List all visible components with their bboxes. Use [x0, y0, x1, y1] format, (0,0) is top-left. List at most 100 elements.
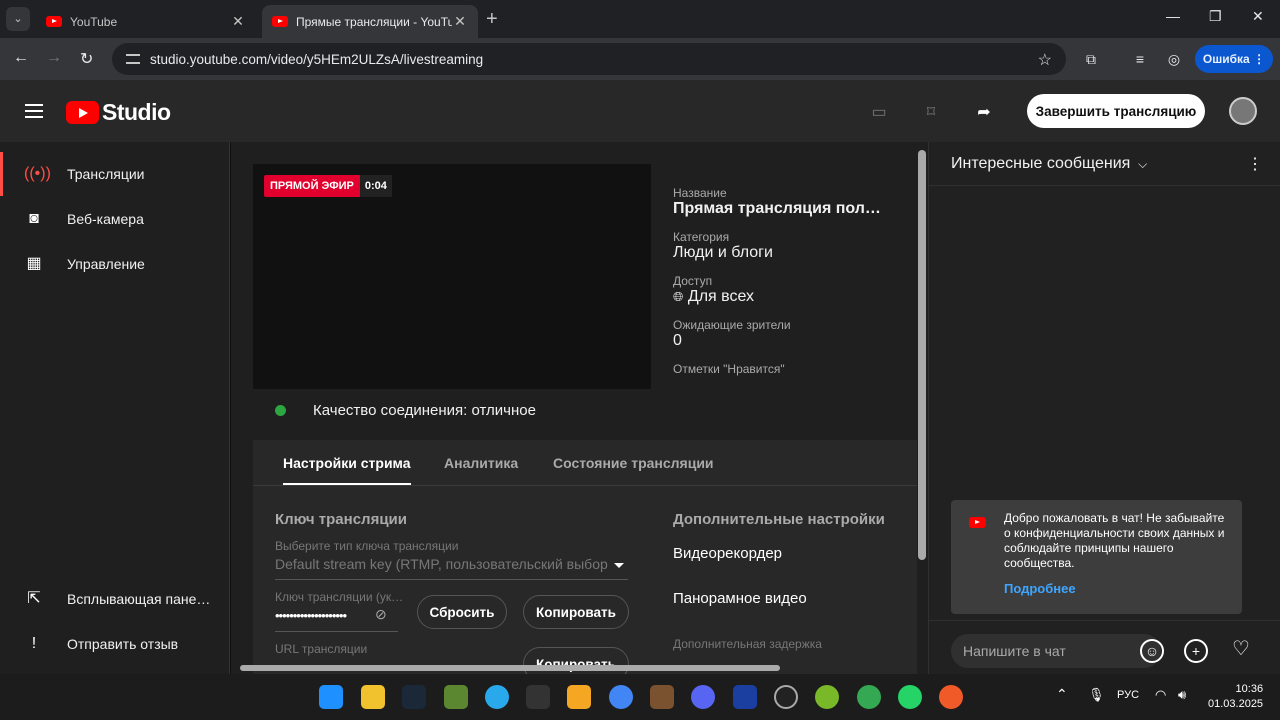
heart-icon[interactable]: ♡ — [1229, 639, 1253, 663]
main-vertical-scrollbar[interactable] — [918, 150, 926, 560]
chrome-icon[interactable] — [609, 685, 633, 709]
sidebar-item-label: Отправить отзыв — [67, 636, 179, 652]
file-explorer-icon[interactable] — [361, 685, 385, 709]
avatar[interactable] — [1229, 97, 1257, 125]
live-badge: ПРЯМОЙ ЭФИР 0:04 — [264, 175, 392, 197]
tab-title: YouTube — [70, 14, 118, 29]
copy-key-button[interactable]: Копировать — [523, 595, 629, 629]
studio-logo[interactable]: Studio — [66, 99, 171, 126]
microphone-icon[interactable]: 🎙︎ — [1088, 687, 1105, 703]
volume-icon[interactable]: 🔊︎ — [1178, 687, 1186, 703]
connection-text: Качество соединения: отличное — [313, 402, 536, 419]
title-value: Прямая трансляция пол… — [673, 200, 881, 217]
advanced-title: Дополнительные настройки — [673, 511, 885, 528]
browser-tab-studio[interactable]: Прямые трансляции - YouTube ✕ — [262, 5, 478, 38]
error-button-label: Ошибка — [1202, 52, 1250, 66]
steam-icon[interactable] — [402, 685, 426, 709]
extensions-icon[interactable]: ⧉ — [1082, 50, 1100, 68]
stream-preview[interactable]: ПРЯМОЙ ЭФИР 0:04 — [253, 164, 651, 389]
bookmark-star-icon[interactable]: ☆ — [1038, 50, 1052, 70]
tab-analytics[interactable]: Аналитика — [444, 455, 518, 471]
taskbar: ⌃ 🎙︎ РУС ◠ 🔊︎ 10:36 01.03.2025 — [0, 674, 1280, 720]
utorrent-icon[interactable] — [815, 685, 839, 709]
browser-error-button[interactable]: Ошибка ⋮ — [1195, 45, 1273, 73]
category-value: Люди и блоги — [673, 244, 773, 261]
chat-input[interactable]: Напишите в чат — [951, 634, 1161, 668]
telegram-icon[interactable] — [485, 685, 509, 709]
sidebar-item-feedback[interactable]: ! Отправить отзыв — [0, 622, 230, 666]
new-tab-icon[interactable]: + — [486, 8, 498, 31]
back-icon[interactable]: ← — [13, 49, 29, 67]
feedback-icon: ! — [31, 635, 37, 652]
end-stream-button[interactable]: Завершить трансляцию — [1027, 94, 1205, 128]
chat-mode-select[interactable]: Интересные сообщения ⌵ — [951, 155, 1147, 173]
sidebar-item-streams[interactable]: ((•)) Трансляции — [0, 152, 230, 196]
discord-icon[interactable] — [691, 685, 715, 709]
live-label: ПРЯМОЙ ЭФИР — [264, 175, 360, 197]
delay-label: Дополнительная задержка — [673, 637, 822, 651]
wifi-icon[interactable]: ◠ — [1155, 687, 1166, 703]
menu-icon[interactable] — [25, 104, 43, 118]
main-horizontal-scrollbar[interactable] — [240, 665, 780, 671]
access-label: Доступ — [673, 274, 713, 288]
popout-icon: ⇱ — [27, 590, 41, 607]
clock[interactable]: 10:36 01.03.2025 — [1208, 682, 1263, 712]
clock-date: 01.03.2025 — [1208, 698, 1264, 710]
sidebar-item-label: Всплывающая пане… — [67, 591, 211, 607]
reload-icon[interactable]: ↻ — [80, 49, 93, 69]
reset-button[interactable]: Сбросить — [417, 595, 507, 629]
minecraft-dungeons-icon[interactable] — [650, 685, 674, 709]
learn-more-link[interactable]: Подробнее — [1004, 581, 1076, 596]
minecraft-icon[interactable] — [444, 685, 468, 709]
forward-icon[interactable]: → — [46, 49, 62, 67]
key-type-select[interactable]: Default stream key (RTMP, пользовательск… — [275, 556, 628, 580]
sidebar-item-popout[interactable]: ⇱ Всплывающая пане… — [0, 577, 230, 621]
browser-tab-youtube[interactable]: YouTube ✕ — [36, 5, 256, 38]
add-icon[interactable]: + — [1184, 639, 1208, 663]
minimize-icon[interactable]: — — [1166, 8, 1180, 24]
app-icon[interactable] — [526, 685, 550, 709]
site-info-icon[interactable] — [126, 54, 140, 64]
tab-stream-health[interactable]: Состояние трансляции — [553, 455, 714, 471]
maximize-icon[interactable]: ❐ — [1209, 8, 1222, 25]
media-control-icon[interactable]: ≡ — [1131, 50, 1149, 68]
panoramic-setting[interactable]: Панорамное видео — [673, 590, 807, 607]
close-window-icon[interactable]: ✕ — [1252, 8, 1264, 25]
url-text: studio.youtube.com/video/y5HEm2ULZsA/liv… — [150, 51, 484, 67]
language-indicator[interactable]: РУС — [1117, 689, 1139, 701]
start-windows-icon[interactable] — [319, 685, 343, 709]
chrome-profile-icon[interactable] — [857, 685, 881, 709]
dvr-setting[interactable]: Видеорекордер — [673, 545, 782, 562]
chat-welcome-message: Добро пожаловать в чат! Не забывайте о к… — [951, 500, 1242, 614]
share-icon[interactable]: ➦ — [974, 102, 994, 121]
launcher-icon[interactable] — [733, 685, 757, 709]
obs-icon[interactable] — [774, 685, 798, 709]
more-options-icon[interactable]: ⋮ — [1247, 154, 1263, 174]
stream-key-value: •••••••••••••••••••• — [275, 608, 347, 623]
sidebar-item-manage[interactable]: ▦ Управление — [0, 242, 230, 286]
chat-header: Интересные сообщения ⌵ ⋮ — [929, 142, 1280, 186]
browser-toolbar: ← → ↻ studio.youtube.com/video/y5HEm2ULZ… — [0, 38, 1280, 80]
tray-chevron-icon[interactable]: ⌃ — [1056, 686, 1068, 703]
calendar-icon: ▦ — [26, 255, 42, 272]
close-tab-icon[interactable]: ✕ — [452, 13, 468, 30]
globe-icon: 🌐︎ — [673, 289, 684, 304]
close-tab-icon[interactable]: ✕ — [230, 13, 246, 30]
access-value: 🌐︎ Для всех — [673, 288, 908, 306]
youtube-favicon-icon — [46, 16, 62, 27]
tab-search-button[interactable]: ⌄ — [6, 7, 30, 31]
whatsapp-icon[interactable] — [898, 685, 922, 709]
profile-extension-icon[interactable]: ◎ — [1165, 50, 1183, 68]
tab-stream-settings[interactable]: Настройки стрима — [283, 455, 411, 485]
screen-icon[interactable]: ▭ — [869, 102, 889, 121]
hide-eye-icon[interactable]: ⊘ — [375, 606, 387, 623]
app-dots-icon[interactable] — [939, 685, 963, 709]
sidebar-item-label: Веб-камера — [67, 211, 144, 227]
stream-key-field[interactable]: •••••••••••••••••••• ⊘ — [275, 604, 398, 632]
key-type-label: Выберите тип ключа трансляции — [275, 539, 459, 553]
sidebar-item-webcam[interactable]: ◙ Веб-камера — [0, 197, 230, 241]
bookmark-icon[interactable]: ⌑ — [921, 102, 941, 121]
rockstar-icon[interactable] — [567, 685, 591, 709]
emoji-icon[interactable]: ☺ — [1140, 639, 1164, 663]
address-bar[interactable]: studio.youtube.com/video/y5HEm2ULZsA/liv… — [112, 43, 1066, 75]
